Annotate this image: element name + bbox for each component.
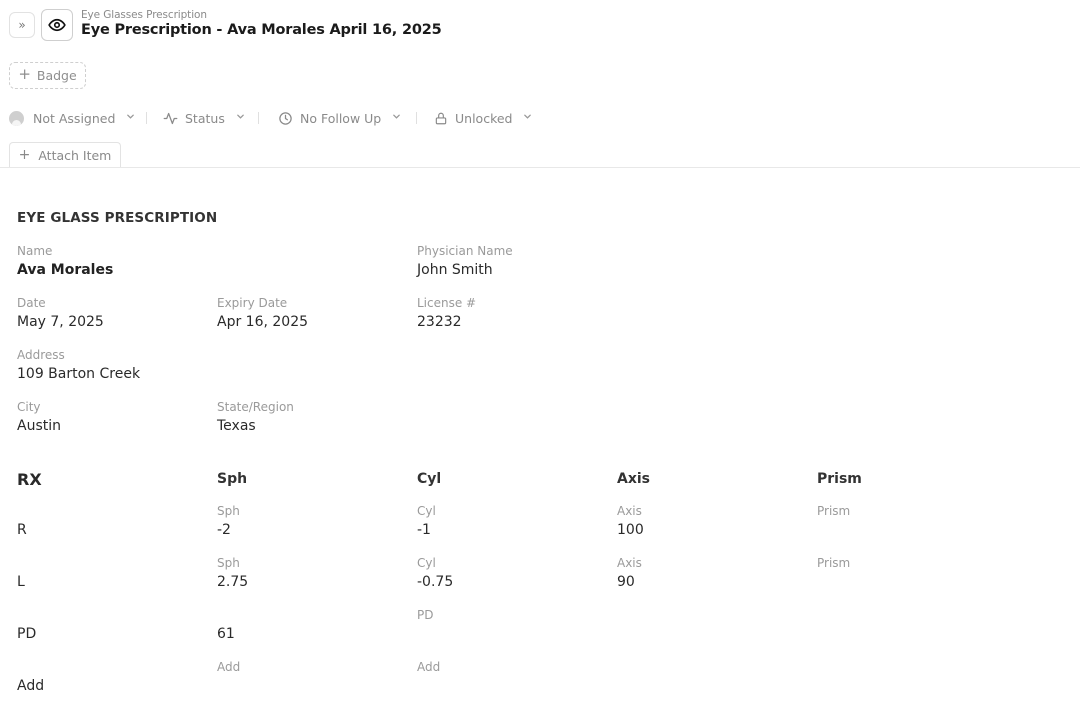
header-divider (0, 167, 1080, 168)
rx-row-label-add: Add (17, 678, 45, 694)
left-sph-value: 2.75 (217, 574, 249, 590)
expiry-date-value: Apr 16, 2025 (217, 314, 309, 330)
rx-row-label-left: L (17, 574, 25, 590)
address-value: 109 Barton Creek (17, 366, 141, 382)
left-axis-label: Axis (617, 556, 642, 570)
column-header-cyl: Cyl (417, 471, 442, 487)
right-sph-label: Sph (217, 504, 240, 518)
activity-icon (163, 112, 178, 124)
section-title: EYE GLASS PRESCRIPTION (17, 210, 218, 226)
city-value: Austin (17, 418, 61, 434)
lock-dropdown[interactable]: Unlocked (434, 108, 532, 128)
left-cyl-value: -0.75 (417, 574, 454, 590)
status-label: Status (185, 110, 225, 126)
status-dropdown[interactable]: Status (163, 108, 245, 128)
chevron-down-icon (392, 112, 401, 124)
add-field-label: Add (417, 660, 441, 674)
follow-up-dropdown[interactable]: No Follow Up (278, 108, 401, 128)
assignee-dropdown[interactable]: Not Assigned (9, 108, 135, 128)
attach-item-label: Attach Item (38, 148, 112, 163)
physician-label: Physician Name (417, 244, 513, 258)
toolbar-divider (416, 112, 417, 124)
state-label: State/Region (217, 400, 294, 414)
right-cyl-label: Cyl (417, 504, 436, 518)
breadcrumb[interactable]: Eye Glasses Prescription (81, 9, 207, 21)
name-value: Ava Morales (17, 262, 114, 278)
chevron-down-icon (126, 112, 135, 124)
column-header-prism: Prism (817, 471, 862, 487)
view-button[interactable] (41, 9, 73, 41)
license-value: 23232 (417, 314, 462, 330)
expand-sidebar-button[interactable]: » (9, 12, 35, 38)
city-label: City (17, 400, 41, 414)
date-value: May 7, 2025 (17, 314, 104, 330)
pd-field-label: PD (417, 608, 434, 622)
column-header-axis: Axis (617, 471, 650, 487)
name-label: Name (17, 244, 53, 258)
add-badge-label: Badge (36, 68, 77, 83)
rx-row-label-right: R (17, 522, 27, 538)
state-value: Texas (217, 418, 256, 434)
page-title: Eye Prescription - Ava Morales April 16,… (81, 22, 442, 38)
right-prism-label: Prism (817, 504, 851, 518)
double-chevron-right-icon: » (18, 18, 26, 32)
license-label: License # (417, 296, 477, 310)
clock-icon (279, 111, 292, 125)
right-sph-value: -2 (217, 522, 231, 538)
follow-up-label: No Follow Up (300, 110, 382, 126)
eye-icon (48, 18, 66, 32)
add-badge-button[interactable]: + Badge (9, 62, 86, 89)
plus-icon: + (18, 65, 31, 83)
rx-title: RX (17, 470, 42, 489)
date-label: Date (17, 296, 46, 310)
assignee-label: Not Assigned (33, 110, 116, 126)
toolbar-divider (258, 112, 259, 124)
chevron-down-icon (523, 112, 532, 124)
physician-value: John Smith (417, 262, 493, 278)
expiry-date-label: Expiry Date (217, 296, 288, 310)
add-field-label: Add (217, 660, 241, 674)
left-cyl-label: Cyl (417, 556, 436, 570)
left-axis-value: 90 (617, 574, 635, 590)
left-sph-label: Sph (217, 556, 240, 570)
chevron-down-icon (236, 112, 245, 124)
toolbar-divider (146, 112, 147, 124)
right-axis-label: Axis (617, 504, 642, 518)
plus-icon: + (18, 146, 31, 163)
rx-row-label-pd: PD (17, 626, 37, 642)
address-label: Address (17, 348, 65, 362)
right-cyl-value: -1 (417, 522, 431, 538)
column-header-sph: Sph (217, 471, 248, 487)
pd-value: 61 (217, 626, 235, 642)
attach-item-button[interactable]: + Attach Item (9, 142, 121, 168)
unlock-icon (435, 112, 447, 124)
left-prism-label: Prism (817, 556, 851, 570)
user-avatar-icon (9, 110, 24, 126)
right-axis-value: 100 (617, 522, 644, 538)
lock-label: Unlocked (455, 110, 513, 126)
